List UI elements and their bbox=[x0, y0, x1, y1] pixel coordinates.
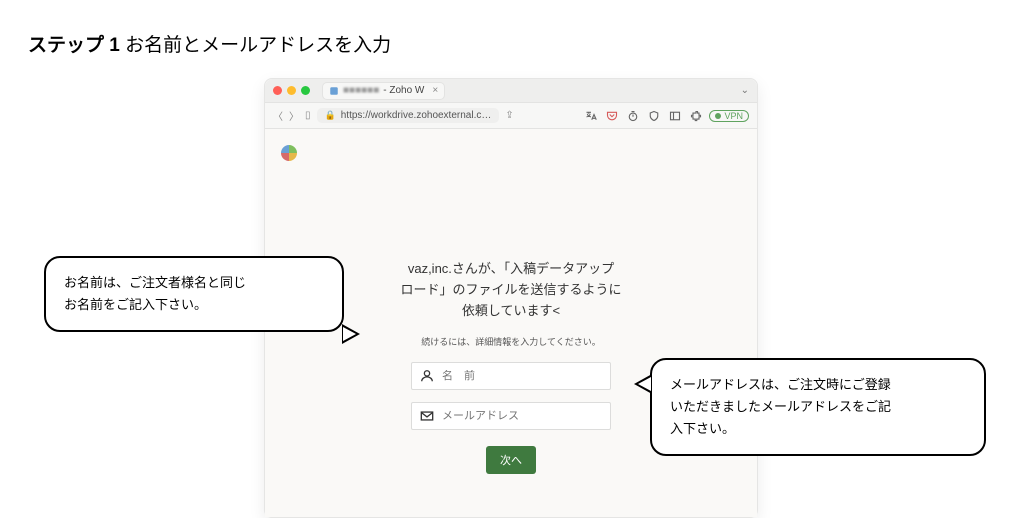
tabs-dropdown-icon[interactable]: ⌄ bbox=[741, 85, 749, 96]
forward-button[interactable]: 〉 bbox=[289, 108, 299, 123]
bubble-tail-icon bbox=[634, 374, 652, 394]
shield-icon[interactable] bbox=[646, 108, 661, 123]
request-message: vaz,inc.さんが、「入稿データアップ ロード」のファイルを送信するように … bbox=[376, 259, 646, 321]
url-text: https://workdrive.zohoexternal.c… bbox=[341, 110, 492, 121]
request-line: 依頼しています< bbox=[462, 303, 560, 318]
annotation-name-bubble: お名前は、ご注文者様名と同じ お名前をご記入下さい。 bbox=[44, 256, 344, 332]
tab-close-icon[interactable]: × bbox=[432, 85, 438, 96]
tab-bar: ■■■■■■ - Zoho W × ⌄ bbox=[265, 79, 757, 103]
back-button[interactable]: 〈 bbox=[273, 108, 283, 123]
translate-icon[interactable] bbox=[583, 108, 598, 123]
site-logo bbox=[281, 145, 297, 161]
request-line: ロード」のファイルを送信するように bbox=[400, 282, 621, 297]
mail-icon bbox=[420, 409, 434, 423]
browser-tab[interactable]: ■■■■■■ - Zoho W × bbox=[322, 82, 445, 100]
tab-site-icon bbox=[329, 86, 339, 96]
step-number: ステップ 1 bbox=[28, 35, 120, 56]
annotation-line: メールアドレスは、ご注文時にご登録 bbox=[670, 377, 891, 392]
request-line: vaz,inc.さんが、「入稿データアップ bbox=[408, 261, 614, 276]
continue-hint: 続けるには、詳細情報を入力してください。 bbox=[376, 335, 646, 348]
name-input[interactable] bbox=[442, 370, 602, 382]
bookmark-icon[interactable]: ▯ bbox=[305, 110, 311, 121]
email-field[interactable] bbox=[411, 402, 611, 430]
address-bar: 〈 〉 ▯ 🔒 https://workdrive.zohoexternal.c… bbox=[265, 103, 757, 129]
close-window-icon[interactable] bbox=[273, 86, 282, 95]
annotation-line: 入下さい。 bbox=[670, 421, 735, 436]
tab-title-blurred: ■■■■■■ bbox=[343, 85, 379, 96]
vpn-label: VPN bbox=[724, 111, 743, 121]
extensions-icon[interactable] bbox=[688, 108, 703, 123]
timer-icon[interactable] bbox=[625, 108, 640, 123]
page-title: ステップ 1 お名前とメールアドレスを入力 bbox=[28, 30, 391, 57]
upload-request-form: vaz,inc.さんが、「入稿データアップ ロード」のファイルを送信するように … bbox=[376, 259, 646, 474]
name-field[interactable] bbox=[411, 362, 611, 390]
annotation-line: いただきましたメールアドレスをご記 bbox=[670, 399, 891, 414]
maximize-window-icon[interactable] bbox=[301, 86, 310, 95]
lock-icon: 🔒 bbox=[325, 110, 336, 121]
share-icon[interactable]: ⇪ bbox=[505, 110, 513, 121]
url-field[interactable]: 🔒 https://workdrive.zohoexternal.c… bbox=[317, 108, 500, 123]
vpn-badge[interactable]: VPN bbox=[709, 110, 749, 122]
tab-title: - Zoho W bbox=[383, 85, 424, 96]
bubble-tail-icon bbox=[342, 324, 360, 344]
annotation-line: お名前をご記入下さい。 bbox=[64, 297, 207, 312]
annotation-email-bubble: メールアドレスは、ご注文時にご登録 いただきましたメールアドレスをご記 入下さい… bbox=[650, 358, 986, 456]
next-button[interactable]: 次へ bbox=[486, 446, 536, 474]
step-description: お名前とメールアドレスを入力 bbox=[120, 35, 391, 56]
panel-icon[interactable] bbox=[667, 108, 682, 123]
person-icon bbox=[420, 369, 434, 383]
window-controls bbox=[273, 86, 310, 95]
pocket-icon[interactable] bbox=[604, 108, 619, 123]
minimize-window-icon[interactable] bbox=[287, 86, 296, 95]
annotation-line: お名前は、ご注文者様名と同じ bbox=[64, 275, 246, 290]
email-input[interactable] bbox=[442, 410, 602, 422]
